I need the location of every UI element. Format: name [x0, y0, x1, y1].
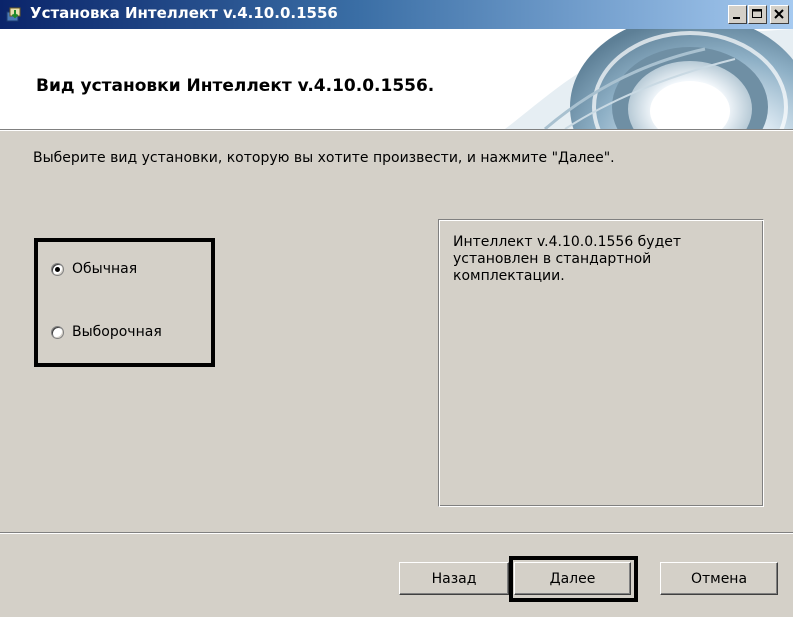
- next-button-highlight: [509, 556, 638, 602]
- cancel-button[interactable]: Отмена: [660, 562, 778, 595]
- maximize-icon: [752, 9, 762, 18]
- description-panel: Интеллект v.4.10.0.1556 будет установлен…: [438, 219, 764, 507]
- header-divider-highlight: [0, 130, 793, 131]
- footer-divider-highlight: [0, 533, 793, 534]
- radio-option-custom[interactable]: Выборочная: [51, 322, 162, 342]
- maximize-button[interactable]: [748, 5, 767, 24]
- radio-label-custom[interactable]: Выборочная: [72, 324, 162, 340]
- installer-window: Установка Интеллект v.4.10.0.1556 Вид ус…: [0, 0, 793, 617]
- instruction-text: Выберите вид установки, которую вы хотит…: [33, 150, 615, 166]
- close-icon: [774, 9, 784, 19]
- minimize-button[interactable]: [728, 5, 747, 24]
- title-bar[interactable]: Установка Интеллект v.4.10.0.1556: [0, 0, 793, 29]
- radio-selected-icon[interactable]: [51, 262, 64, 276]
- back-button[interactable]: Назад: [399, 562, 509, 595]
- install-type-highlight: [34, 238, 215, 367]
- radio-option-typical[interactable]: Обычная: [51, 259, 137, 279]
- radio-label-typical[interactable]: Обычная: [72, 261, 137, 277]
- banner-decoration: [505, 29, 793, 129]
- radio-unselected-icon[interactable]: [51, 325, 64, 339]
- description-text: Интеллект v.4.10.0.1556 будет установлен…: [453, 234, 682, 284]
- page-title: Вид установки Интеллект v.4.10.0.1556.: [36, 76, 435, 96]
- close-button[interactable]: [770, 5, 789, 24]
- minimize-icon: [733, 17, 740, 19]
- installer-icon: [6, 7, 21, 22]
- header-banner: Вид установки Интеллект v.4.10.0.1556.: [0, 29, 793, 129]
- window-title: Установка Интеллект v.4.10.0.1556: [30, 4, 338, 22]
